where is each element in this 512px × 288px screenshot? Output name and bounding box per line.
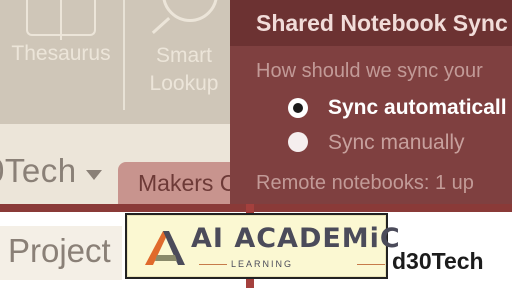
thesaurus-button[interactable]: Thesaurus <box>0 0 122 118</box>
chevron-down-icon[interactable] <box>86 170 102 180</box>
section-tab-label: Makers C <box>138 170 237 196</box>
remote-notebooks-status: Remote notebooks: 1 up <box>256 172 474 194</box>
sync-automatic-radio[interactable] <box>288 98 308 118</box>
sync-question: How should we sync your <box>256 60 483 82</box>
sync-automatic-label[interactable]: Sync automaticall <box>328 96 507 120</box>
smart-lookup-button[interactable]: Smart Lookup <box>138 0 230 118</box>
tab-underline <box>0 204 512 212</box>
notebook-name[interactable]: 0Tech <box>0 152 77 190</box>
sync-manual-label[interactable]: Sync manually <box>328 131 465 155</box>
page-title: d30Tech <box>392 248 484 274</box>
logo-mark-icon <box>145 231 185 265</box>
magnifier-icon <box>144 0 224 42</box>
logo-subtitle: LEARNING <box>231 259 294 269</box>
section-item-project[interactable]: Project <box>0 226 122 280</box>
watermark-logo: AI ACADEMiC LEARNING <box>125 213 400 279</box>
section-item-label: Project <box>8 232 111 269</box>
book-icon <box>22 0 100 40</box>
sync-manual-radio[interactable] <box>288 132 308 152</box>
thesaurus-label: Thesaurus <box>11 42 111 65</box>
sync-flyout-title: Shared Notebook Sync <box>256 10 508 36</box>
logo-title: AI ACADEMiC <box>191 223 401 254</box>
ribbon-divider <box>123 0 125 110</box>
smart-lookup-label: Smart Lookup <box>149 44 219 95</box>
